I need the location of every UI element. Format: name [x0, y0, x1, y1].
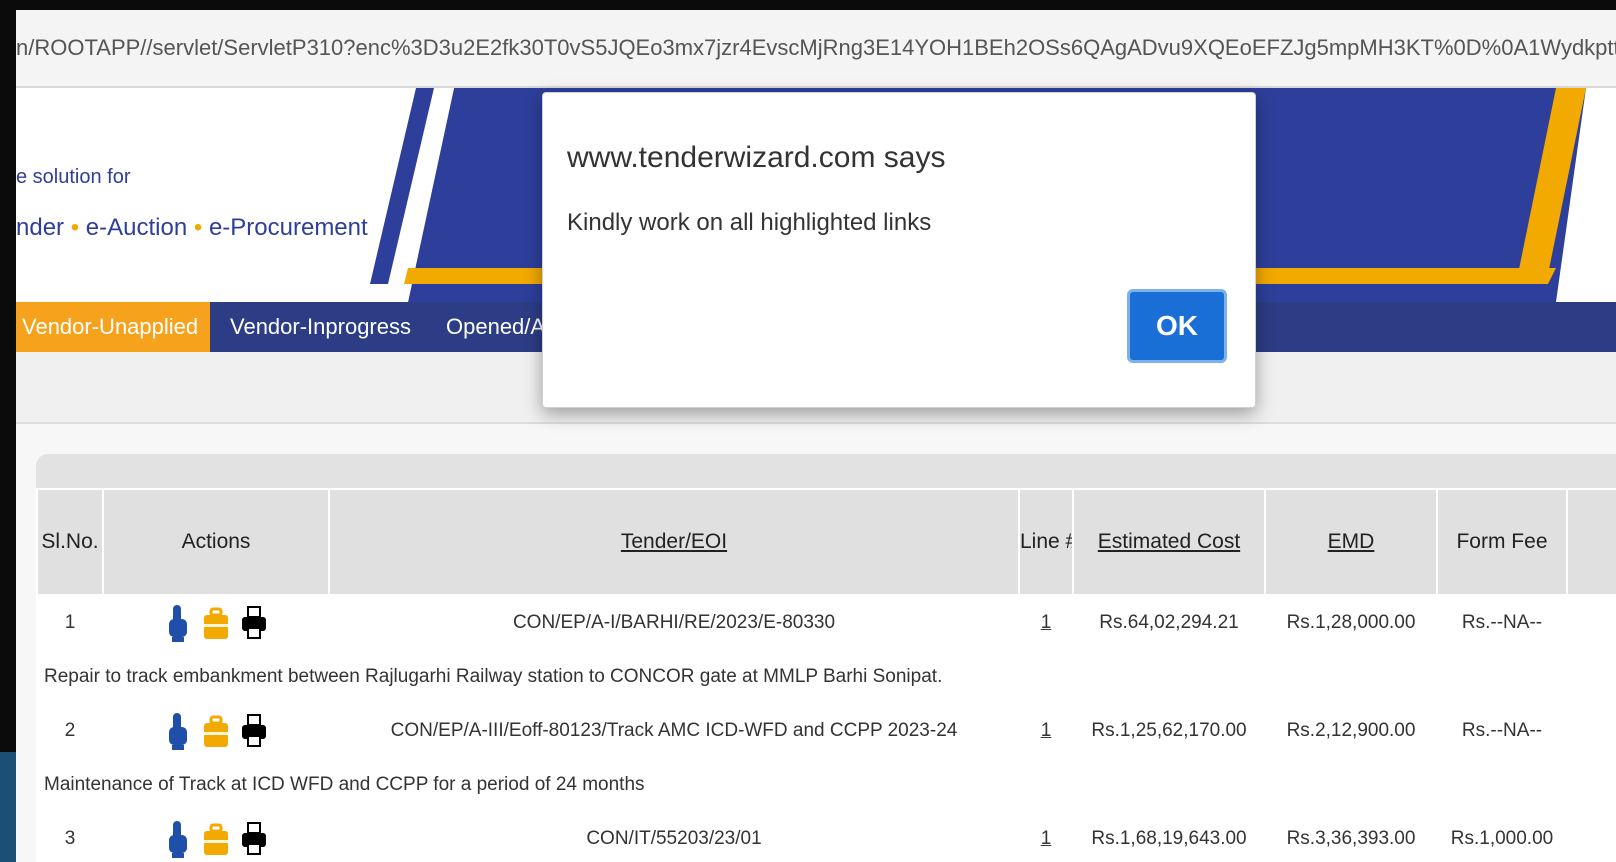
cell-slno: 2 [36, 702, 104, 760]
hand-pointer-icon[interactable] [164, 711, 192, 751]
background-decoration [0, 752, 16, 862]
dialog-title: www.tenderwizard.com says [567, 141, 946, 174]
tab-vendor-unapplied[interactable]: Vendor-Unapplied [16, 302, 210, 352]
printer-icon[interactable] [240, 819, 268, 859]
cell-line[interactable]: 1 [1018, 702, 1074, 760]
address-bar[interactable]: n/ROOTAPP//servlet/ServletP310?enc%3D3u2… [16, 10, 1616, 88]
col-header-cost[interactable]: Estimated Cost [1072, 488, 1266, 596]
alert-dialog: www.tenderwizard.com says Kindly work on… [542, 92, 1256, 408]
cell-extra [1566, 594, 1616, 652]
product-separator: • [70, 214, 80, 241]
cell-slno: 3 [36, 810, 104, 862]
browser-window: n/ROOTAPP//servlet/ServletP310?enc%3D3u2… [16, 10, 1616, 862]
col-header-line: Line # [1018, 488, 1074, 596]
printer-icon[interactable] [240, 711, 268, 751]
product-eprocurement: e-Procurement [208, 214, 368, 241]
col-header-extra [1566, 488, 1616, 596]
cell-form-fee: Rs.1,000.00 [1436, 810, 1568, 862]
cell-actions [102, 810, 330, 862]
col-header-slno: Sl.No. [36, 488, 104, 596]
product-separator: • [193, 214, 203, 241]
hand-pointer-icon[interactable] [164, 819, 192, 859]
cell-cost: Rs.1,25,62,170.00 [1072, 702, 1266, 760]
cell-actions [102, 594, 330, 652]
col-header-actions: Actions [102, 488, 330, 596]
tab-opened[interactable]: Opened/A [446, 302, 542, 352]
ok-button[interactable]: OK [1127, 289, 1227, 363]
table-row-description: Maintenance of Track at ICD WFD and CCPP… [36, 759, 1616, 812]
cell-emd: Rs.1,28,000.00 [1264, 594, 1438, 652]
briefcase-icon[interactable] [202, 819, 230, 859]
cell-extra [1566, 810, 1616, 862]
cell-emd: Rs.2,12,900.00 [1264, 702, 1438, 760]
tender-table-panel: Sl.No. Actions Tender/EOI Line # Estimat… [36, 454, 1616, 862]
cell-line[interactable]: 1 [1018, 594, 1074, 652]
col-header-emd[interactable]: EMD [1264, 488, 1438, 596]
cell-slno: 1 [36, 594, 104, 652]
cell-tender[interactable]: CON/EP/A-I/BARHI/RE/2023/E-80330 [328, 594, 1020, 652]
cell-description: Repair to track embankment between Rajlu… [36, 651, 1616, 704]
main-content: Sl.No. Actions Tender/EOI Line # Estimat… [16, 424, 1616, 862]
briefcase-icon[interactable] [202, 603, 230, 643]
briefcase-icon[interactable] [202, 711, 230, 751]
table-row-description: Repair to track embankment between Rajlu… [36, 651, 1616, 704]
col-header-tender[interactable]: Tender/EOI [328, 488, 1020, 596]
cell-actions [102, 702, 330, 760]
product-eauction: e-Auction [85, 214, 188, 241]
hand-pointer-icon[interactable] [164, 603, 192, 643]
banner-products: nder • e-Auction • e-Procurement [16, 214, 368, 242]
cell-cost: Rs.1,68,19,643.00 [1072, 810, 1266, 862]
cell-line[interactable]: 1 [1018, 810, 1074, 862]
tender-table: Sl.No. Actions Tender/EOI Line # Estimat… [36, 488, 1616, 862]
cell-form-fee: Rs.--NA-- [1436, 702, 1568, 760]
col-header-form-fee: Form Fee [1436, 488, 1568, 596]
tab-vendor-inprogress[interactable]: Vendor-Inprogress [230, 302, 420, 352]
table-row: 2 CON/EP/A-III/Eoff-80123/Track AMC ICD-… [36, 702, 1616, 760]
cell-tender[interactable]: CON/IT/55203/23/01 [328, 810, 1020, 862]
banner-tagline: e solution for [16, 166, 131, 188]
cell-description: Maintenance of Track at ICD WFD and CCPP… [36, 759, 1616, 812]
table-row: 1 CON/EP/A-I/BARHI/RE/2023/E-80330 1 Rs.… [36, 594, 1616, 652]
cell-form-fee: Rs.--NA-- [1436, 594, 1568, 652]
product-etender: nder [16, 214, 65, 241]
cell-tender[interactable]: CON/EP/A-III/Eoff-80123/Track AMC ICD-WF… [328, 702, 1020, 760]
cell-emd: Rs.3,36,393.00 [1264, 810, 1438, 862]
cell-extra [1566, 702, 1616, 760]
cell-cost: Rs.64,02,294.21 [1072, 594, 1266, 652]
printer-icon[interactable] [240, 603, 268, 643]
dialog-message: Kindly work on all highlighted links [567, 209, 932, 236]
table-row: 3 CON/IT/55203/23/01 1 Rs.1,68,19,643.00… [36, 810, 1616, 862]
